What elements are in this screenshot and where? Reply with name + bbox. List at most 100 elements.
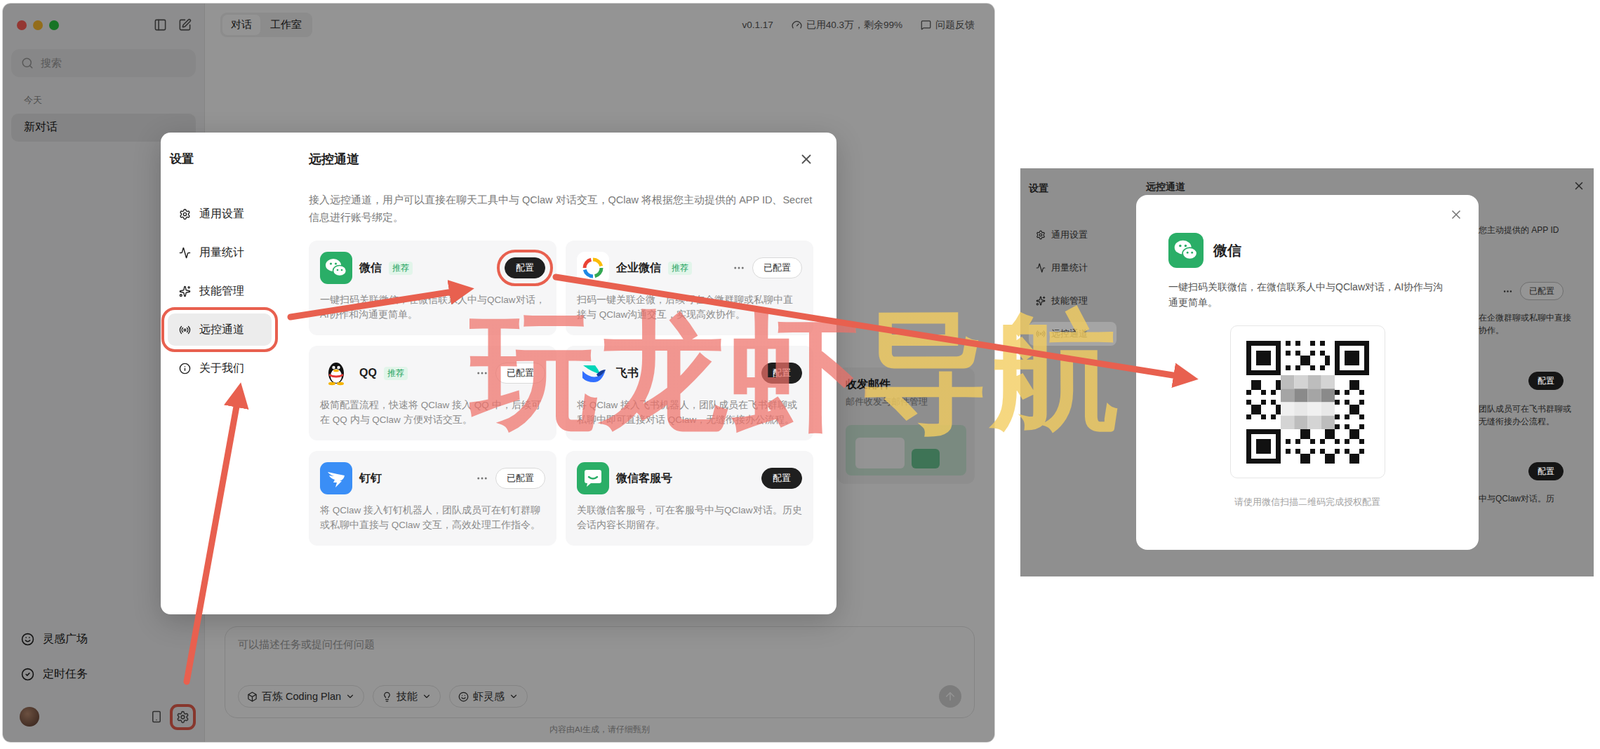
settings-title: 设置 — [167, 150, 295, 168]
dingtalk-icon — [320, 462, 353, 495]
recommend-badge: 推荐 — [668, 261, 692, 276]
channel-name: QQ — [359, 367, 377, 380]
configure-button[interactable]: 配置 — [761, 468, 803, 490]
backdrop-close-button[interactable] — [1572, 179, 1586, 193]
nav-item-icon — [1035, 263, 1046, 273]
nav-item-icon — [178, 362, 191, 375]
configure-button[interactable]: 已配置 — [495, 468, 546, 490]
more-icon[interactable] — [1502, 286, 1513, 297]
channel-actions: 配置 — [504, 257, 546, 279]
channel-card-header: 微信推荐 配置 — [320, 251, 546, 285]
wecom-icon — [576, 251, 610, 285]
nav-item-icon — [1035, 329, 1046, 339]
more-icon[interactable] — [475, 367, 489, 380]
configure-button[interactable]: 配置 — [1528, 462, 1564, 481]
nav-item-icon — [1035, 230, 1046, 240]
backdrop-fragment: 无缝衔接办公流程。 — [1478, 415, 1594, 429]
configure-button[interactable]: 已配置 — [752, 257, 803, 279]
channel-name: 微信 — [359, 261, 382, 276]
nav-item-icon — [1035, 296, 1046, 306]
qr-dialog-screenshot: 设置通用设置用量统计技能管理远控通道远控通道微信一键扫码关联微信，在微信联系人中… — [1020, 168, 1594, 577]
qq-penguin-icon — [320, 357, 353, 390]
configure-button[interactable]: 已配置 — [495, 362, 546, 384]
configure-button[interactable]: 配置 — [761, 362, 803, 384]
channel-actions: 已配置 — [732, 257, 803, 279]
section-title: 远控通道 — [308, 150, 360, 168]
channel-actions: 已配置 — [475, 362, 546, 384]
dialog-close-button[interactable] — [1449, 207, 1464, 222]
configure-button[interactable]: 配置 — [504, 257, 546, 279]
settings-nav-item[interactable]: 远控通道 — [167, 313, 272, 346]
channel-name: 企业微信 — [616, 261, 662, 276]
fragment-text: 您主动提供的 APP ID — [1478, 223, 1559, 237]
arrow-to-qr-dialog — [555, 277, 1186, 378]
dialog-title: 微信 — [1213, 241, 1242, 261]
close-icon — [798, 151, 815, 168]
settings-nav-item[interactable]: 关于我们 — [167, 352, 272, 385]
settings-nav-item[interactable]: 用量统计 — [167, 236, 272, 269]
backdrop-fragment: 协作。 — [1478, 324, 1594, 337]
detail-nav-item[interactable]: 通用设置 — [1028, 223, 1117, 248]
channel-card-header: QQ 推荐 已配置 — [320, 357, 546, 390]
nav-item-icon — [178, 208, 191, 221]
feishu-icon — [576, 357, 610, 390]
detail-nav-item[interactable]: 用量统计 — [1028, 256, 1117, 280]
recommend-badge: 推荐 — [388, 261, 413, 276]
channel-description: 将 QClaw 接入飞书机器人，团队成员在飞书群聊或私聊中即可直接对话 QCla… — [576, 397, 803, 428]
settings-modal: 设置通用设置用量统计技能管理远控通道关于我们远控通道接入远控通道，用户可以直接在… — [160, 132, 837, 615]
detail-settings-title: 设置 — [1028, 182, 1137, 196]
settings-content-header: 远控通道 — [308, 150, 815, 168]
channel-card: 企业微信推荐 已配置扫码一键关联企微，后续可在企微群聊或私聊中直接与 QClaw沟… — [565, 240, 814, 336]
channel-card: 微信客服号配置关联微信客服号，可在客服号中与QClaw对话。历史会话内容长期留存… — [565, 451, 814, 546]
detail-nav-item[interactable]: 技能管理 — [1028, 289, 1117, 313]
channel-card: 飞书 配置将 QClaw 接入飞书机器人，团队成员在飞书群聊或私聊中即可直接对话 … — [565, 345, 814, 441]
arrow-to-configure — [290, 290, 462, 318]
app-window: 搜索今天新对话灵感广场定时任务对话工作室v0.1.17已用40.3万，剩余99%… — [2, 2, 996, 744]
detail-nav-item[interactable]: 远控通道 — [1028, 322, 1117, 346]
qr-caption: 请使用微信扫描二维码完成授权配置 — [1168, 496, 1447, 509]
backdrop-fragment: 团队成员可在飞书群聊或 — [1478, 402, 1594, 416]
wechat-service-icon — [576, 462, 610, 495]
channel-card: 微信推荐 配置一键扫码关联微信，在微信联系人中与QClaw对话，AI协作和沟通更简… — [308, 240, 557, 336]
configure-button[interactable]: 配置 — [1528, 371, 1564, 391]
backdrop-fragment: 配置 — [1478, 462, 1594, 481]
detail-section-title: 远控通道 — [1136, 168, 1479, 194]
channel-description: 关联微信客服号，可在客服号中与QClaw对话。历史会话内容长期留存。 — [576, 503, 803, 533]
detail-nav-list: 通用设置用量统计技能管理远控通道 — [1028, 223, 1117, 346]
nav-item-icon — [178, 285, 191, 298]
wechat-icon — [1168, 232, 1204, 269]
channel-grid: 微信推荐配置一键扫码关联微信，在微信联系人中与QClaw对话，AI协作和沟通更简… — [308, 240, 815, 546]
detail-center: 远控通道微信一键扫码关联微信，在微信联系人中与QClaw对话，AI协作与沟通更简… — [1136, 168, 1479, 577]
backdrop-fragment: 您主动提供的 APP ID — [1478, 223, 1594, 237]
detail-backdrop-strip: 您主动提供的 APP ID已配置在企微群聊或私聊中直接协作。配置团队成员可在飞书… — [1478, 168, 1594, 577]
dialog-header: 微信 — [1168, 232, 1447, 269]
qr-frame — [1230, 325, 1386, 479]
fragment-text: 中与QClaw对话。历 — [1478, 492, 1555, 506]
channel-actions: 配置 — [761, 468, 803, 490]
channel-name: 飞书 — [616, 366, 639, 382]
fragment-text: 协作。 — [1478, 324, 1504, 337]
backdrop-fragment: 已配置 — [1478, 282, 1594, 301]
recommend-badge: 推荐 — [383, 367, 408, 381]
close-button[interactable] — [798, 151, 815, 168]
settings-content: 远控通道接入远控通道，用户可以直接在聊天工具中与 QClaw 对话交互，QCla… — [301, 132, 837, 615]
more-icon[interactable] — [475, 472, 489, 485]
channel-description: 一键扫码关联微信，在微信联系人中与QClaw对话，AI协作和沟通更简单。 — [320, 292, 546, 323]
close-icon — [1572, 179, 1586, 193]
arrow-to-remote-nav — [186, 395, 239, 683]
settings-nav-item[interactable]: 技能管理 — [167, 275, 272, 308]
channel-description: 将 QClaw 接入钉钉机器人，团队成员可在钉钉群聊或私聊中直接与 QClaw … — [320, 503, 546, 533]
configure-button[interactable]: 已配置 — [1520, 282, 1564, 301]
more-icon[interactable] — [732, 261, 746, 275]
close-icon — [1449, 207, 1464, 222]
settings-nav-item[interactable]: 通用设置 — [167, 197, 272, 231]
fragment-text: 无缝衔接办公流程。 — [1478, 415, 1555, 429]
section-description: 接入远控通道，用户可以直接在聊天工具中与 QClaw 对话交互，QClaw 将根… — [308, 191, 815, 227]
backdrop-fragment: 中与QClaw对话。历 — [1478, 492, 1594, 506]
page: 搜索今天新对话灵感广场定时任务对话工作室v0.1.17已用40.3万，剩余99%… — [0, 0, 1600, 749]
nav-item-icon — [178, 247, 191, 259]
wechat-icon — [320, 251, 353, 285]
channel-card-header: 钉钉已配置 — [320, 462, 546, 495]
channel-description: 扫码一键关联企微，后续可在企微群聊或私聊中直接与 QClaw沟通交互，实现高效协… — [576, 292, 803, 323]
dialog-description: 一键扫码关联微信，在微信联系人中与QClaw对话，AI协作与沟通更简单。 — [1168, 279, 1447, 311]
